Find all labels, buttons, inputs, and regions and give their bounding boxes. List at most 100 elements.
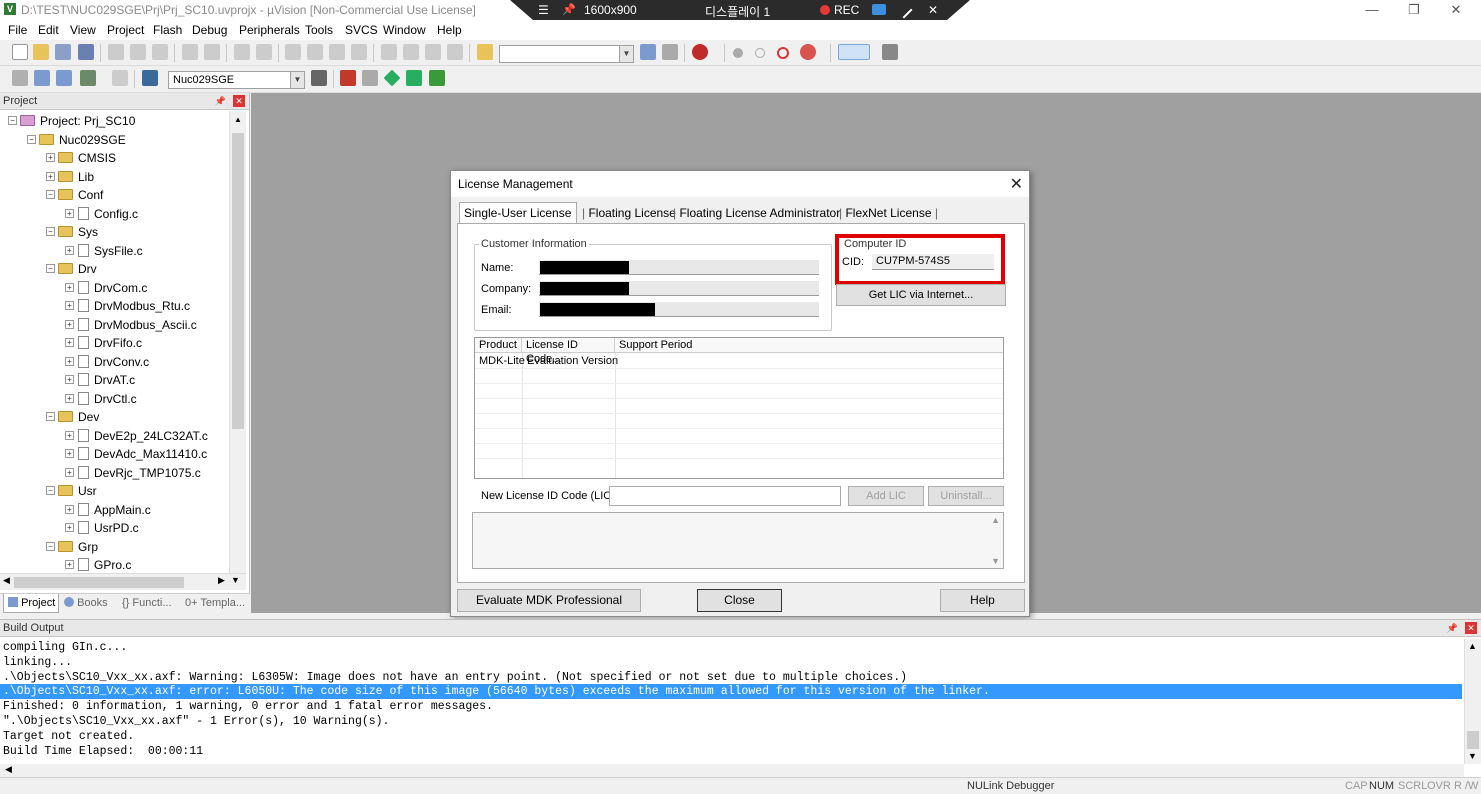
scroll-down-icon[interactable]: ▼ xyxy=(991,556,1000,566)
camera-icon[interactable] xyxy=(872,4,886,15)
rec-button[interactable]: REC xyxy=(834,3,859,17)
collapse-icon[interactable]: − xyxy=(27,134,36,144)
scroll-thumb[interactable] xyxy=(1467,731,1479,749)
scroll-thumb[interactable] xyxy=(14,577,184,588)
manage-rte-icon[interactable] xyxy=(383,69,401,87)
build-horizontal-scrollbar[interactable]: ◀ xyxy=(0,764,1464,778)
company-field[interactable] xyxy=(539,281,819,296)
scroll-left-icon[interactable]: ◀ xyxy=(3,575,10,586)
prev-bookmark-icon[interactable] xyxy=(307,44,323,60)
build-vertical-scrollbar[interactable]: ▲ ▼ xyxy=(1464,639,1481,764)
recorder-close-icon[interactable]: ✕ xyxy=(928,3,938,17)
scroll-thumb[interactable] xyxy=(232,133,244,429)
collapse-icon[interactable]: − xyxy=(46,541,55,551)
nav-forward-icon[interactable] xyxy=(256,44,272,60)
target-options-icon[interactable] xyxy=(311,70,327,86)
collapse-icon[interactable]: − xyxy=(46,412,55,421)
column-header-license-id[interactable]: License ID Code... xyxy=(522,338,615,365)
pack-installer-icon[interactable] xyxy=(406,70,422,86)
disable-all-breakpoints-icon[interactable] xyxy=(777,47,789,59)
build-output-line[interactable]: .\Objects\SC10_Vxx_xx.axf: Warning: L630… xyxy=(3,670,907,685)
target-select[interactable]: Nuc029SGE ▼ xyxy=(168,71,305,89)
email-field[interactable] xyxy=(539,302,819,317)
new-lic-input[interactable] xyxy=(609,486,841,506)
menu-window[interactable]: Window xyxy=(383,23,426,37)
table-cell-product[interactable]: MDK-Lite xyxy=(479,355,525,367)
chevron-down-icon[interactable]: ▼ xyxy=(619,46,633,62)
bookmark-icon[interactable] xyxy=(285,44,301,60)
get-lic-via-internet-button[interactable]: Get LIC via Internet... xyxy=(836,284,1006,306)
collapse-icon[interactable]: − xyxy=(8,116,17,125)
download-icon[interactable] xyxy=(142,70,158,86)
expand-icon[interactable]: + xyxy=(65,560,74,569)
find-icon[interactable] xyxy=(640,44,656,60)
select-packs-icon[interactable] xyxy=(362,70,378,86)
add-lic-button[interactable]: Add LIC xyxy=(848,486,924,506)
collapse-icon[interactable]: − xyxy=(46,486,55,495)
build-output-line[interactable]: Build Time Elapsed: 00:00:11 xyxy=(3,744,203,759)
pin-icon[interactable]: 📌 xyxy=(1447,623,1458,633)
next-bookmark-icon[interactable] xyxy=(329,44,345,60)
tab-single-user-license[interactable]: Single-User License xyxy=(459,202,577,224)
scroll-down-icon[interactable]: ▼ xyxy=(231,575,240,585)
scroll-up-icon[interactable]: ▲ xyxy=(1468,641,1477,651)
expand-icon[interactable]: + xyxy=(65,338,74,347)
tab-floating-license-admin[interactable]: | Floating License Administrator xyxy=(673,202,840,224)
collapse-icon[interactable]: − xyxy=(46,227,55,236)
breakpoint-icon[interactable] xyxy=(733,48,743,58)
indent-icon[interactable] xyxy=(381,44,397,60)
new-file-icon[interactable] xyxy=(12,44,28,60)
menu-file[interactable]: File xyxy=(8,23,27,37)
redo-icon[interactable] xyxy=(204,44,220,60)
help-button[interactable]: Help xyxy=(940,589,1025,612)
tab-floating-license[interactable]: | Floating License xyxy=(582,202,676,224)
tab-books[interactable]: Books xyxy=(64,597,108,609)
expand-icon[interactable]: + xyxy=(65,301,74,310)
clear-bookmarks-icon[interactable] xyxy=(351,44,367,60)
expand-icon[interactable]: + xyxy=(46,171,55,181)
tree-horizontal-scrollbar[interactable]: ◀ ▶ ▼ xyxy=(0,573,246,590)
uncomment-icon[interactable] xyxy=(447,44,463,60)
build-output-line[interactable]: .\Objects\SC10_Vxx_xx.axf: error: L6050U… xyxy=(0,684,1462,700)
window-layout-icon[interactable] xyxy=(838,44,870,60)
event-recorder-icon[interactable] xyxy=(429,70,445,86)
find-in-files-icon[interactable] xyxy=(477,44,493,60)
incremental-find-icon[interactable] xyxy=(662,44,678,60)
tab-templates[interactable]: 0+ Templa... xyxy=(185,597,245,609)
open-folder-icon[interactable] xyxy=(33,44,49,60)
expand-icon[interactable]: + xyxy=(65,375,74,384)
find-combo[interactable]: ▼ xyxy=(499,45,634,63)
tab-project[interactable]: Project xyxy=(3,594,59,613)
menu-edit[interactable]: Edit xyxy=(38,23,59,37)
close-icon[interactable]: ✕ xyxy=(1465,622,1477,634)
kill-breakpoints-icon[interactable] xyxy=(800,44,816,60)
undo-icon[interactable] xyxy=(182,44,198,60)
window-close-button[interactable]: ✕ xyxy=(1444,1,1468,19)
translate-icon[interactable] xyxy=(12,70,28,86)
scroll-right-icon[interactable]: ▶ xyxy=(218,575,225,586)
expand-icon[interactable]: + xyxy=(65,393,74,403)
close-icon[interactable]: ✕ xyxy=(233,95,245,107)
batch-build-icon[interactable] xyxy=(80,70,96,86)
dialog-close-icon[interactable]: ✕ xyxy=(1010,174,1023,194)
build-output-text[interactable]: compiling GIn.c... linking... .\Objects\SC… xyxy=(0,639,1464,764)
column-header-product[interactable]: Product xyxy=(475,338,522,353)
tree-vertical-scrollbar[interactable]: ▲ xyxy=(229,111,246,573)
expand-icon[interactable]: + xyxy=(65,523,74,532)
unindent-icon[interactable] xyxy=(403,44,419,60)
save-icon[interactable] xyxy=(55,44,71,60)
table-cell-license-id[interactable]: Evaluation Version xyxy=(527,355,618,367)
expand-icon[interactable]: + xyxy=(65,467,74,477)
menu-help[interactable]: Help xyxy=(437,23,462,37)
cut-icon[interactable] xyxy=(108,44,124,60)
expand-icon[interactable]: + xyxy=(65,245,74,255)
build-output-line[interactable]: ".\Objects\SC10_Vxx_xx.axf" - 1 Error(s)… xyxy=(3,714,389,729)
menu-icon[interactable]: ☰ xyxy=(538,3,549,17)
menu-view[interactable]: View xyxy=(70,23,96,37)
chevron-down-icon[interactable]: ▼ xyxy=(290,72,304,88)
expand-icon[interactable]: + xyxy=(65,356,74,366)
expand-icon[interactable]: + xyxy=(65,449,74,458)
minimize-button[interactable]: — xyxy=(1360,1,1384,19)
comment-icon[interactable] xyxy=(425,44,441,60)
debug-session-icon[interactable] xyxy=(692,44,708,60)
